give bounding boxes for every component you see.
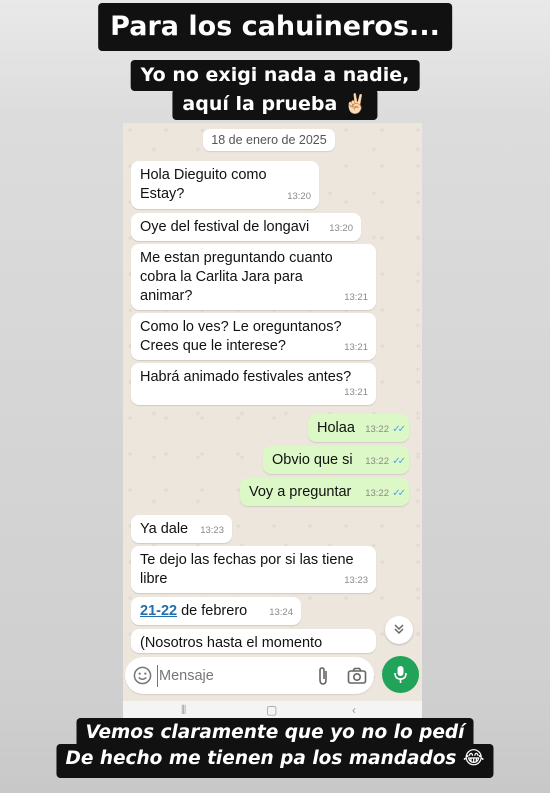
message-incoming[interactable]: (Nosotros hasta el momento: [131, 629, 376, 653]
camera-icon[interactable]: [347, 667, 367, 685]
message-text: Oye del festival de longavi: [140, 219, 310, 235]
story-subtitle-line2: aquí la prueba ✌🏻: [172, 89, 378, 120]
recent-apps-icon[interactable]: ⦀: [181, 703, 186, 718]
date-link[interactable]: 21-22: [140, 603, 177, 619]
double-chevron-down-icon[interactable]: [385, 616, 413, 644]
message-incoming[interactable]: Hola Dieguito como Estay? 13:20: [131, 161, 319, 209]
microphone-icon: [394, 666, 407, 683]
story-subtitle-text: aquí la prueba: [182, 93, 338, 115]
message-text: Te dejo las fechas por si las tiene libr…: [140, 552, 354, 587]
victory-hand-emoji: ✌🏻: [343, 93, 368, 115]
message-incoming[interactable]: 21-22 de febrero 13:24: [131, 597, 301, 625]
message-outgoing[interactable]: Voy a preguntar 13:22 ✓✓: [240, 478, 409, 506]
message-text: Como lo ves? Le oreguntanos? Crees que l…: [140, 319, 342, 354]
message-outgoing[interactable]: Obvio que si 13:22 ✓✓: [263, 446, 409, 474]
message-time: 13:20: [329, 223, 353, 234]
message-time: 13:20: [287, 191, 311, 202]
message-incoming[interactable]: Me estan preguntando cuanto cobra la Car…: [131, 244, 376, 310]
message-text: (Nosotros hasta el momento: [140, 635, 323, 651]
message-text: Habrá animado festivales antes?: [140, 369, 352, 385]
story-subtitle-line1: Yo no exigi nada a nadie,: [130, 60, 420, 91]
read-ticks-icon: ✓✓: [392, 424, 406, 435]
read-ticks-icon: ✓✓: [392, 456, 406, 467]
message-text-rest: de febrero: [177, 603, 248, 619]
message-time: 13:22: [365, 456, 389, 467]
message-time: 13:23: [344, 575, 368, 586]
paperclip-icon[interactable]: [315, 666, 331, 686]
date-chip: 18 de enero de 2025: [203, 129, 335, 151]
story-title: Para los cahuineros...: [98, 3, 452, 51]
message-time: 13:23: [200, 525, 224, 536]
emoji-icon[interactable]: [133, 666, 152, 685]
message-incoming[interactable]: Como lo ves? Le oreguntanos? Crees que l…: [131, 313, 376, 360]
home-icon[interactable]: ▢: [266, 703, 277, 717]
microphone-button[interactable]: [382, 656, 419, 693]
message-outgoing[interactable]: Holaa 13:22 ✓✓: [308, 414, 409, 442]
back-icon[interactable]: ‹: [352, 703, 356, 717]
message-incoming[interactable]: Ya dale 13:23: [131, 515, 232, 543]
story-footer-line2: De hecho me tienen pa los mandados 😂: [56, 744, 494, 778]
message-time: 13:21: [344, 342, 368, 353]
read-ticks-icon: ✓✓: [392, 488, 406, 499]
message-incoming[interactable]: Habrá animado festivales antes? 13:21: [131, 363, 376, 405]
message-input[interactable]: [157, 665, 301, 687]
message-input-bar: [125, 657, 374, 694]
message-time: 13:22: [365, 424, 389, 435]
story-footer-text: De hecho me tienen pa los mandados: [65, 748, 457, 769]
message-time: 13:22: [365, 488, 389, 499]
message-text: Me estan preguntando cuanto cobra la Car…: [140, 250, 333, 304]
message-time: 13:21: [344, 292, 368, 303]
message-text: Hola Dieguito como Estay?: [140, 167, 267, 202]
laughing-emoji: 😂: [462, 748, 485, 769]
message-time: 13:24: [269, 607, 293, 618]
chat-screenshot: 18 de enero de 2025 Hola Dieguito como E…: [123, 123, 422, 720]
message-incoming[interactable]: Oye del festival de longavi 13:20: [131, 213, 361, 241]
message-time: 13:21: [344, 387, 368, 398]
message-incoming[interactable]: Te dejo las fechas por si las tiene libr…: [131, 546, 376, 593]
